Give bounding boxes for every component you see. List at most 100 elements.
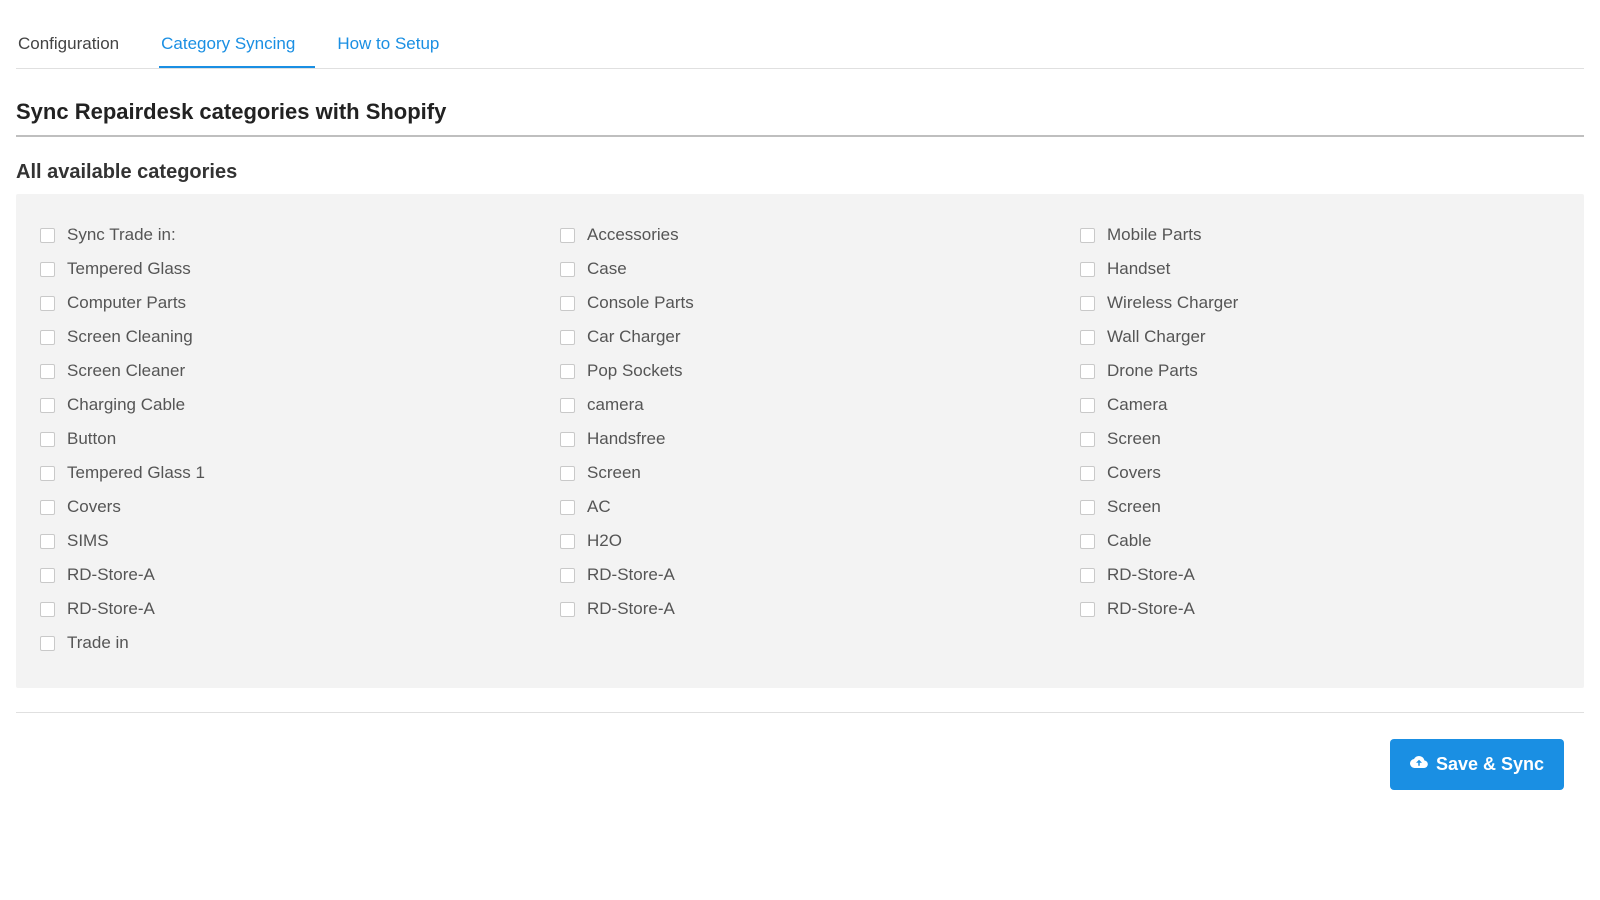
category-item: Screen Cleaner: [40, 354, 520, 388]
category-checkbox[interactable]: [1080, 568, 1095, 583]
category-label: Button: [67, 429, 116, 449]
category-checkbox[interactable]: [560, 432, 575, 447]
category-checkbox[interactable]: [560, 568, 575, 583]
tabs-bar: Configuration Category Syncing How to Se…: [16, 20, 1584, 69]
sub-title: All available categories: [16, 161, 1584, 184]
category-label: Handset: [1107, 259, 1170, 279]
category-label: Wireless Charger: [1107, 293, 1238, 313]
category-checkbox[interactable]: [40, 364, 55, 379]
category-item: RD-Store-A: [560, 592, 1040, 626]
category-item: Console Parts: [560, 286, 1040, 320]
category-checkbox[interactable]: [560, 330, 575, 345]
category-checkbox[interactable]: [560, 466, 575, 481]
category-label: camera: [587, 395, 644, 415]
category-label: Console Parts: [587, 293, 694, 313]
category-label: Screen Cleaning: [67, 327, 193, 347]
category-checkbox[interactable]: [40, 500, 55, 515]
category-checkbox[interactable]: [40, 398, 55, 413]
category-label: Charging Cable: [67, 395, 185, 415]
category-checkbox[interactable]: [560, 602, 575, 617]
category-label: RD-Store-A: [67, 565, 155, 585]
category-label: Camera: [1107, 395, 1167, 415]
category-checkbox[interactable]: [560, 500, 575, 515]
category-item: Screen: [1080, 490, 1560, 524]
category-label: SIMS: [67, 531, 109, 551]
category-checkbox[interactable]: [40, 602, 55, 617]
category-checkbox[interactable]: [40, 296, 55, 311]
category-item: camera: [560, 388, 1040, 422]
category-item: Screen: [560, 456, 1040, 490]
category-checkbox[interactable]: [1080, 228, 1095, 243]
category-item: Button: [40, 422, 520, 456]
category-checkbox[interactable]: [40, 432, 55, 447]
category-label: H2O: [587, 531, 622, 551]
category-item: Covers: [1080, 456, 1560, 490]
category-checkbox[interactable]: [1080, 330, 1095, 345]
category-checkbox[interactable]: [560, 262, 575, 277]
category-item: Drone Parts: [1080, 354, 1560, 388]
category-checkbox[interactable]: [40, 534, 55, 549]
category-checkbox[interactable]: [40, 330, 55, 345]
category-column: Sync Trade in: Tempered Glass Computer Par…: [40, 218, 520, 660]
tab-category-syncing[interactable]: Category Syncing: [159, 20, 315, 68]
category-label: Screen Cleaner: [67, 361, 185, 381]
category-item: RD-Store-A: [40, 592, 520, 626]
category-checkbox[interactable]: [1080, 534, 1095, 549]
category-checkbox[interactable]: [560, 364, 575, 379]
category-checkbox[interactable]: [1080, 262, 1095, 277]
category-item: Trade in: [40, 626, 520, 660]
category-item: Tempered Glass 1: [40, 456, 520, 490]
category-item: Wall Charger: [1080, 320, 1560, 354]
tab-how-to-setup[interactable]: How to Setup: [335, 20, 459, 68]
save-sync-button[interactable]: Save & Sync: [1390, 739, 1564, 790]
category-checkbox[interactable]: [1080, 602, 1095, 617]
category-checkbox[interactable]: [40, 228, 55, 243]
category-label: RD-Store-A: [1107, 565, 1195, 585]
category-checkbox[interactable]: [40, 466, 55, 481]
category-item: Mobile Parts: [1080, 218, 1560, 252]
category-checkbox[interactable]: [560, 296, 575, 311]
category-checkbox[interactable]: [1080, 398, 1095, 413]
category-checkbox[interactable]: [1080, 466, 1095, 481]
category-label: Car Charger: [587, 327, 681, 347]
cloud-upload-icon: [1410, 753, 1428, 776]
category-item: Computer Parts: [40, 286, 520, 320]
category-checkbox[interactable]: [1080, 364, 1095, 379]
category-label: Tempered Glass: [67, 259, 191, 279]
category-label: Wall Charger: [1107, 327, 1206, 347]
category-item: SIMS: [40, 524, 520, 558]
category-item: Handsfree: [560, 422, 1040, 456]
category-checkbox[interactable]: [40, 262, 55, 277]
tab-configuration[interactable]: Configuration: [16, 20, 139, 68]
category-label: Covers: [1107, 463, 1161, 483]
category-item: RD-Store-A: [560, 558, 1040, 592]
category-checkbox[interactable]: [560, 534, 575, 549]
category-checkbox[interactable]: [40, 568, 55, 583]
category-checkbox[interactable]: [1080, 500, 1095, 515]
category-label: Covers: [67, 497, 121, 517]
category-item: Sync Trade in:: [40, 218, 520, 252]
category-label: Computer Parts: [67, 293, 186, 313]
category-checkbox[interactable]: [40, 636, 55, 651]
category-item: RD-Store-A: [1080, 558, 1560, 592]
category-item: Handset: [1080, 252, 1560, 286]
category-label: Sync Trade in:: [67, 225, 176, 245]
category-checkbox[interactable]: [560, 398, 575, 413]
category-checkbox[interactable]: [1080, 432, 1095, 447]
category-label: Cable: [1107, 531, 1151, 551]
category-checkbox[interactable]: [1080, 296, 1095, 311]
category-item: Case: [560, 252, 1040, 286]
category-label: Mobile Parts: [1107, 225, 1201, 245]
category-label: RD-Store-A: [587, 599, 675, 619]
category-item: Charging Cable: [40, 388, 520, 422]
category-label: Screen: [1107, 497, 1161, 517]
footer: Save & Sync: [16, 713, 1584, 790]
category-label: RD-Store-A: [67, 599, 155, 619]
category-item: Pop Sockets: [560, 354, 1040, 388]
category-label: Handsfree: [587, 429, 665, 449]
category-item: Covers: [40, 490, 520, 524]
category-label: RD-Store-A: [1107, 599, 1195, 619]
category-checkbox[interactable]: [560, 228, 575, 243]
category-label: Trade in: [67, 633, 129, 653]
category-item: RD-Store-A: [1080, 592, 1560, 626]
